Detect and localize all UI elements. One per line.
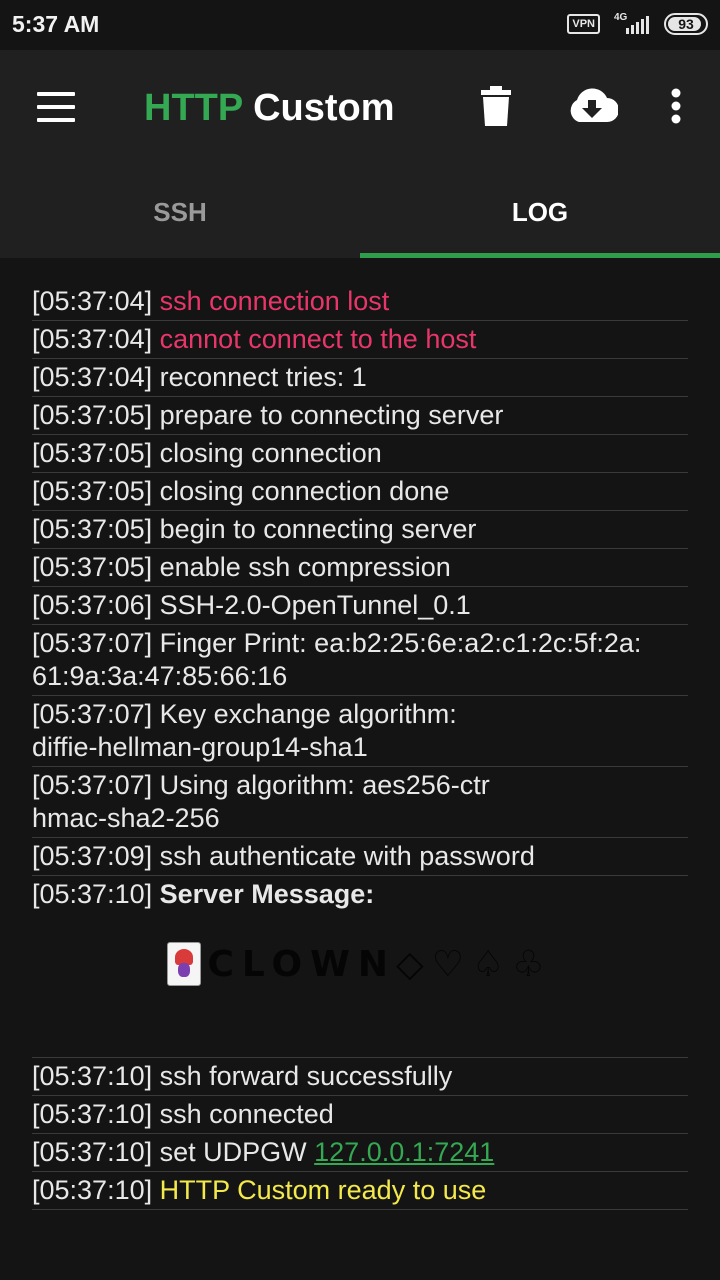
- joker-card-icon: [167, 942, 202, 986]
- log-row: [05:37:05] enable ssh compression: [32, 549, 688, 587]
- tab-ssh[interactable]: SSH: [0, 167, 360, 258]
- log-row: [05:37:05] closing connection: [32, 435, 688, 473]
- log-timestamp: [05:37:10]: [32, 1175, 153, 1205]
- battery-level: 93: [678, 16, 694, 32]
- log-message: HTTP Custom ready to use: [159, 1175, 487, 1205]
- log-list[interactable]: [05:37:04] ssh connection lost [05:37:04]…: [32, 283, 688, 1210]
- log-message: ssh connected: [159, 1099, 334, 1129]
- app-title-http: HTTP: [144, 87, 243, 129]
- log-row: [05:37:07] Finger Print: ea:b2:25:6e:a2:…: [32, 625, 688, 696]
- log-timestamp: [05:37:09]: [32, 841, 153, 871]
- log-timestamp: [05:37:07]: [32, 770, 153, 800]
- log-timestamp: [05:37:10]: [32, 879, 153, 909]
- log-row: [05:37:04] cannot connect to the host: [32, 321, 688, 359]
- tab-log[interactable]: LOG: [360, 167, 720, 258]
- menu-icon[interactable]: [37, 92, 75, 122]
- log-row: [05:37:05] begin to connecting server: [32, 511, 688, 549]
- log-row: [05:37:07] Key exchange algorithm: diffi…: [32, 696, 688, 767]
- log-timestamp: [05:37:10]: [32, 1137, 153, 1167]
- log-timestamp: [05:37:07]: [32, 699, 153, 729]
- log-timestamp: [05:37:05]: [32, 400, 153, 430]
- log-message: set UDPGW: [159, 1137, 315, 1167]
- log-row: [05:37:07] Using algorithm: aes256-ctr h…: [32, 767, 688, 838]
- log-row: [05:37:10] HTTP Custom ready to use: [32, 1172, 688, 1210]
- log-message: ssh forward successfully: [159, 1061, 453, 1091]
- server-message-text: CLOWN◇♡♤♧: [207, 943, 553, 985]
- log-timestamp: [05:37:05]: [32, 476, 153, 506]
- log-timestamp: [05:37:10]: [32, 1099, 153, 1129]
- log-row: [05:37:10] ssh connected: [32, 1096, 688, 1134]
- more-vert-icon[interactable]: [669, 88, 683, 128]
- log-message: cannot connect to the host: [159, 324, 477, 354]
- log-row: [05:37:04] reconnect tries: 1: [32, 359, 688, 397]
- status-bar: 5:37 AM VPN 4G 93: [0, 0, 720, 50]
- cloud-download-icon[interactable]: [566, 86, 618, 124]
- status-icons: VPN 4G 93: [567, 12, 708, 36]
- log-message: begin to connecting server: [159, 514, 477, 544]
- log-message: closing connection: [159, 438, 382, 468]
- log-message: enable ssh compression: [159, 552, 451, 582]
- log-timestamp: [05:37:05]: [32, 552, 153, 582]
- log-row: [05:37:05] closing connection done: [32, 473, 688, 511]
- log-timestamp: [05:37:04]: [32, 362, 153, 392]
- tab-bar: SSH LOG: [0, 167, 720, 258]
- log-message: ssh connection lost: [159, 286, 390, 316]
- log-message: ssh authenticate with password: [159, 841, 535, 871]
- trash-icon[interactable]: [481, 86, 511, 126]
- log-row: [05:37:09] ssh authenticate with passwor…: [32, 838, 688, 876]
- log-message: prepare to connecting server: [159, 400, 504, 430]
- server-message: CLOWN◇♡♤♧: [32, 907, 688, 1058]
- status-time: 5:37 AM: [12, 11, 100, 37]
- vpn-icon: VPN: [567, 14, 600, 34]
- app-title: HTTP Custom: [144, 87, 395, 130]
- udpgw-link[interactable]: 127.0.0.1:7241: [314, 1137, 494, 1167]
- app-title-custom: Custom: [253, 87, 395, 129]
- tab-indicator: [360, 253, 720, 258]
- log-timestamp: [05:37:04]: [32, 286, 153, 316]
- log-timestamp: [05:37:05]: [32, 438, 153, 468]
- log-message: SSH-2.0-OpenTunnel_0.1: [159, 590, 471, 620]
- log-timestamp: [05:37:06]: [32, 590, 153, 620]
- log-message: Server Message:: [159, 879, 375, 909]
- log-timestamp: [05:37:05]: [32, 514, 153, 544]
- log-timestamp: [05:37:04]: [32, 324, 153, 354]
- log-row: [05:37:04] ssh connection lost: [32, 283, 688, 321]
- battery-icon: 93: [664, 13, 708, 35]
- log-row: [05:37:10] ssh forward successfully: [32, 1058, 688, 1096]
- log-row: [05:37:10] set UDPGW 127.0.0.1:7241: [32, 1134, 688, 1172]
- log-message: reconnect tries: 1: [159, 362, 367, 392]
- log-row: [05:37:05] prepare to connecting server: [32, 397, 688, 435]
- signal-icon: 4G: [612, 12, 652, 36]
- log-row: [05:37:06] SSH-2.0-OpenTunnel_0.1: [32, 587, 688, 625]
- log-timestamp: [05:37:07]: [32, 628, 153, 658]
- app-bar: HTTP Custom: [0, 50, 720, 167]
- log-timestamp: [05:37:10]: [32, 1061, 153, 1091]
- log-message: closing connection done: [159, 476, 450, 506]
